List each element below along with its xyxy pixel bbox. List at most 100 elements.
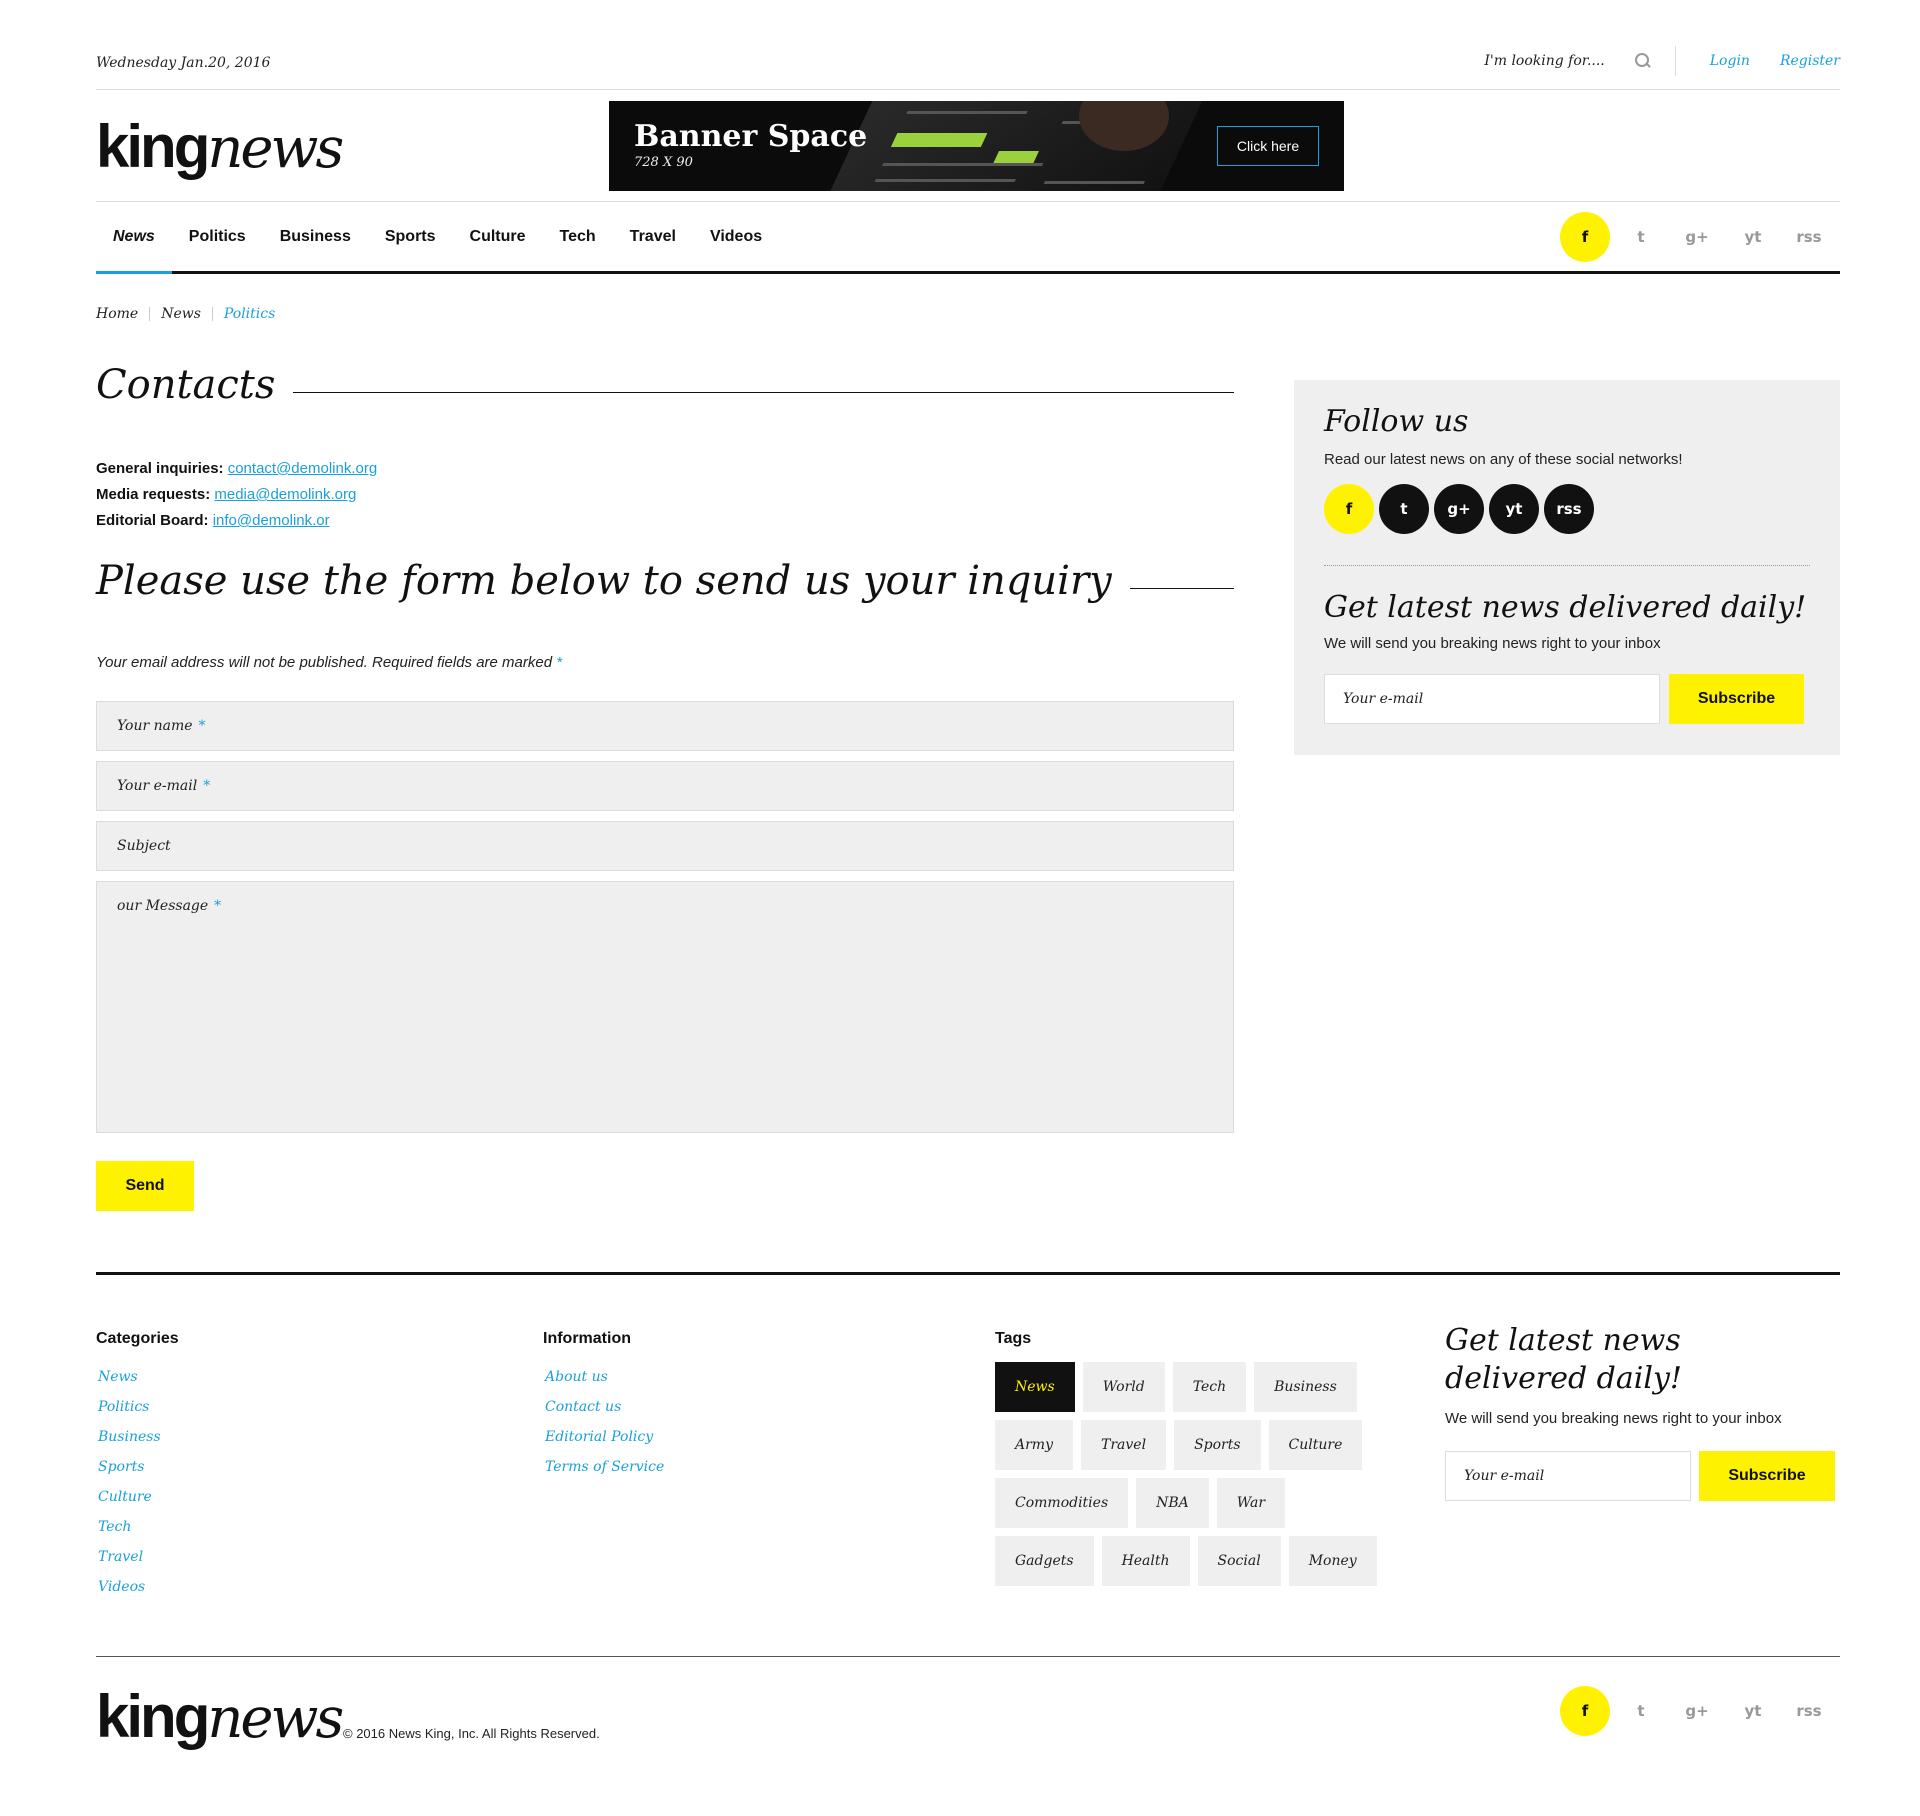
nav-item-sports[interactable]: Sports: [368, 202, 453, 271]
breadcrumb-current: Politics: [223, 306, 276, 322]
tag-news[interactable]: News: [995, 1362, 1075, 1412]
rss-icon[interactable]: rss: [1784, 1686, 1834, 1736]
banner-title: Banner Space: [634, 119, 868, 154]
subject-field[interactable]: Subject: [96, 821, 1234, 871]
register-link[interactable]: Register: [1780, 53, 1840, 69]
contact-list: General inquiries: contact@demolink.org …: [96, 456, 377, 534]
tag-cloud: News World Tech Business Army Travel Sports Cul…: [995, 1362, 1395, 1594]
footer-newsletter-title: Get latest news delivered daily!: [1445, 1323, 1682, 1396]
send-button[interactable]: Send: [96, 1161, 194, 1211]
google-plus-icon[interactable]: g+: [1672, 1686, 1722, 1736]
nav-item-culture[interactable]: Culture: [453, 202, 543, 271]
contacts-heading: Contacts: [96, 362, 1234, 408]
nav-item-news[interactable]: News: [96, 202, 172, 274]
header-social-icons: f t g+ yt rss: [1560, 212, 1840, 262]
twitter-icon[interactable]: t: [1616, 212, 1666, 262]
footer-category-tech[interactable]: Tech: [98, 1512, 179, 1542]
footer-logo[interactable]: king news: [96, 1682, 344, 1751]
footer-newsletter-form: Your e-mail Subscribe: [1445, 1451, 1835, 1501]
tag-culture[interactable]: Culture: [1268, 1420, 1363, 1470]
banner-click-button[interactable]: Click here: [1217, 126, 1319, 166]
nav-item-videos[interactable]: Videos: [693, 202, 779, 271]
twitter-icon[interactable]: t: [1379, 484, 1429, 534]
rss-icon[interactable]: rss: [1784, 212, 1834, 262]
facebook-icon[interactable]: f: [1560, 1686, 1610, 1736]
media-label: Media requests:: [96, 486, 211, 503]
breadcrumb-home[interactable]: Home: [96, 306, 138, 322]
editorial-email-link[interactable]: info@demolink.or: [213, 512, 330, 529]
tag-gadgets[interactable]: Gadgets: [995, 1536, 1094, 1586]
footer-category-politics[interactable]: Politics: [98, 1392, 179, 1422]
search-icon[interactable]: [1634, 53, 1651, 69]
footer-info-about-us[interactable]: About us: [545, 1362, 664, 1392]
footer-info-contact-us[interactable]: Contact us: [545, 1392, 664, 1422]
logo-king: king: [96, 1683, 210, 1750]
footer-divider: [96, 1656, 1840, 1657]
tag-business[interactable]: Business: [1254, 1362, 1357, 1412]
newsletter-title: Get latest news delivered daily!: [1324, 590, 1807, 625]
footer-category-sports[interactable]: Sports: [98, 1452, 179, 1482]
nav-item-tech[interactable]: Tech: [543, 202, 613, 271]
top-bar: Wednesday Jan.20, 2016 I'm looking for..…: [96, 0, 1840, 90]
rss-icon[interactable]: rss: [1544, 484, 1594, 534]
google-plus-icon[interactable]: g+: [1434, 484, 1484, 534]
general-label: General inquiries:: [96, 460, 224, 477]
banner-ad[interactable]: Banner Space 728 X 90 Click here: [609, 101, 1344, 191]
form-note: Your email address will not be published…: [96, 654, 563, 671]
tag-world[interactable]: World: [1082, 1362, 1165, 1412]
search-input[interactable]: I'm looking for....: [1484, 53, 1604, 69]
tag-health[interactable]: Health: [1101, 1536, 1190, 1586]
footer-category-news[interactable]: News: [98, 1362, 179, 1392]
youtube-icon[interactable]: yt: [1489, 484, 1539, 534]
footer-newsletter: Get latest news delivered daily! We will…: [1445, 1322, 1835, 1501]
footer-category-videos[interactable]: Videos: [98, 1572, 179, 1602]
footer-info-editorial-policy[interactable]: Editorial Policy: [545, 1422, 664, 1452]
general-email-link[interactable]: contact@demolink.org: [228, 460, 377, 477]
footer-category-business[interactable]: Business: [98, 1422, 179, 1452]
footer-email-input[interactable]: Your e-mail: [1445, 1451, 1691, 1501]
media-email-link[interactable]: media@demolink.org: [214, 486, 356, 503]
nav-item-politics[interactable]: Politics: [172, 202, 263, 271]
login-link[interactable]: Login: [1710, 53, 1750, 69]
tag-travel[interactable]: Travel: [1081, 1420, 1167, 1470]
required-mark: *: [556, 654, 563, 671]
footer-category-travel[interactable]: Travel: [98, 1542, 179, 1572]
email-field[interactable]: Your e-mail *: [96, 761, 1234, 811]
message-textarea[interactable]: our Message *: [96, 881, 1234, 1133]
nav-item-business[interactable]: Business: [263, 202, 368, 271]
tags-title: Tags: [995, 1330, 1032, 1347]
name-field[interactable]: Your name *: [96, 701, 1234, 751]
breadcrumb: Home News Politics: [96, 306, 275, 322]
tag-sports[interactable]: Sports: [1174, 1420, 1261, 1470]
top-right-tools: I'm looking for.... Login Register: [1484, 44, 1840, 78]
logo-news: news: [207, 116, 344, 181]
site-logo[interactable]: king news: [96, 112, 344, 181]
logo-news: news: [207, 1686, 344, 1751]
tag-social[interactable]: Social: [1197, 1536, 1281, 1586]
copyright-text: © 2016 News King, Inc. All Rights Reserv…: [343, 1726, 600, 1741]
breadcrumb-news[interactable]: News: [161, 306, 201, 322]
twitter-icon[interactable]: t: [1616, 1686, 1666, 1736]
tag-nba[interactable]: NBA: [1136, 1478, 1209, 1528]
footer-categories: Categories News Politics Business Sports Cul…: [96, 1330, 179, 1602]
nav-item-travel[interactable]: Travel: [613, 202, 693, 271]
facebook-icon[interactable]: f: [1560, 212, 1610, 262]
tag-tech[interactable]: Tech: [1172, 1362, 1247, 1412]
editorial-label: Editorial Board:: [96, 512, 209, 529]
tag-commodities[interactable]: Commodities: [995, 1478, 1129, 1528]
footer-category-culture[interactable]: Culture: [98, 1482, 179, 1512]
subscribe-button[interactable]: Subscribe: [1669, 674, 1804, 724]
footer-info-terms-of-service[interactable]: Terms of Service: [545, 1452, 664, 1482]
newsletter-email-input[interactable]: Your e-mail: [1324, 674, 1660, 724]
facebook-icon[interactable]: f: [1324, 484, 1374, 534]
information-title: Information: [543, 1330, 631, 1347]
google-plus-icon[interactable]: g+: [1672, 212, 1722, 262]
tag-war[interactable]: War: [1216, 1478, 1286, 1528]
footer-subscribe-button[interactable]: Subscribe: [1699, 1451, 1835, 1501]
youtube-icon[interactable]: yt: [1728, 1686, 1778, 1736]
banner-size: 728 X 90: [634, 155, 693, 170]
tag-money[interactable]: Money: [1288, 1536, 1377, 1586]
nav-items: News Politics Business Sports Culture Tech Tra…: [96, 202, 779, 274]
youtube-icon[interactable]: yt: [1728, 212, 1778, 262]
tag-army[interactable]: Army: [995, 1420, 1073, 1470]
